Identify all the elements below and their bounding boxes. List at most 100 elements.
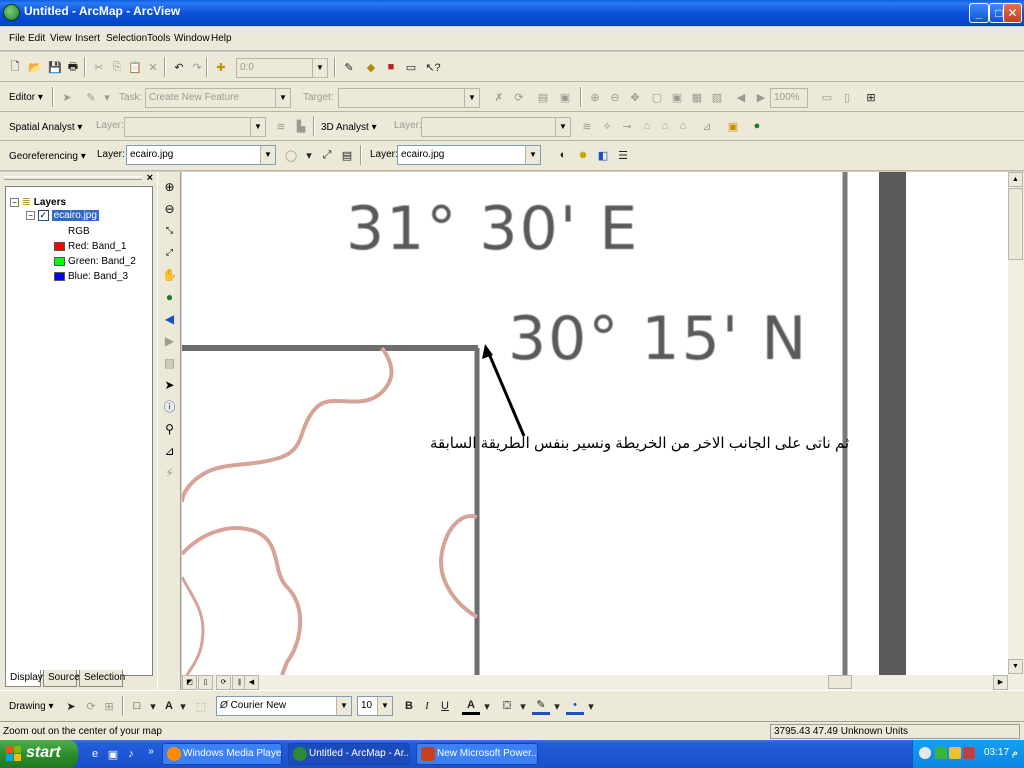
select-elements-icon[interactable]: ➤ bbox=[62, 697, 80, 715]
menu-help[interactable]: Help bbox=[211, 33, 232, 44]
rotate-tool-icon[interactable]: ⟳ bbox=[510, 88, 528, 106]
view-link-table-icon[interactable]: ▤ bbox=[338, 146, 356, 164]
data-view-icon[interactable]: ◩ bbox=[182, 675, 197, 690]
font-size-combo[interactable]: 10 ▼ bbox=[357, 696, 393, 716]
3d-layer-combo[interactable]: ▼ bbox=[421, 117, 571, 137]
tab-selection[interactable]: Selection bbox=[79, 670, 125, 687]
chevron-down-icon[interactable]: ▾ bbox=[98, 88, 116, 106]
copy-icon[interactable]: ⎘ bbox=[108, 58, 126, 76]
fixed-zoom-in-icon[interactable]: ⤡ bbox=[160, 221, 179, 240]
full-extent-icon[interactable]: ● bbox=[160, 287, 179, 306]
select-features-icon[interactable]: ▨ bbox=[160, 353, 179, 372]
editor-menu-button[interactable]: Editor ▾ bbox=[9, 92, 43, 103]
target-combo[interactable]: ▼ bbox=[338, 88, 480, 108]
zoom-in-page-icon[interactable]: ⊕ bbox=[586, 88, 604, 106]
spatial-layer-combo[interactable]: ▼ bbox=[124, 117, 266, 137]
georef-layer-combo[interactable]: ecairo.jpg ▼ bbox=[126, 145, 276, 165]
desktop-icon[interactable]: ▣ bbox=[104, 745, 122, 763]
forward-extent-icon[interactable]: ▶ bbox=[752, 88, 770, 106]
contrast-icon[interactable]: ◐ bbox=[554, 146, 572, 164]
split-tool-icon[interactable]: ✗ bbox=[490, 88, 508, 106]
arccatalog-icon[interactable]: ◆ bbox=[362, 58, 380, 76]
band-green-row[interactable]: Green: Band_2 bbox=[54, 256, 136, 267]
new-icon[interactable]: 🗋 bbox=[6, 58, 24, 76]
tab-display[interactable]: Display bbox=[5, 670, 43, 687]
forward-icon[interactable]: ▶ bbox=[160, 331, 179, 350]
3d-analyst-menu-button[interactable]: 3D Analyst ▾ bbox=[321, 122, 377, 133]
font-name-combo[interactable]: Ø Courier New ▼ bbox=[216, 696, 352, 716]
tray-security-icon[interactable] bbox=[935, 747, 947, 759]
undo-icon[interactable]: ↶ bbox=[170, 58, 188, 76]
toc-layers-root[interactable]: − ≣ Layers bbox=[10, 195, 66, 208]
transparency-icon[interactable]: ◧ bbox=[594, 146, 612, 164]
hyperlink-icon[interactable]: ⚡ bbox=[160, 463, 179, 482]
refresh-icon[interactable]: ⟳ bbox=[216, 675, 231, 690]
chevron-down-icon[interactable]: ▾ bbox=[514, 697, 532, 715]
tray-volume-icon[interactable] bbox=[949, 747, 961, 759]
bold-button[interactable]: B bbox=[400, 697, 418, 715]
menu-file[interactable]: File bbox=[9, 33, 25, 44]
back-icon[interactable]: ◀ bbox=[160, 309, 179, 328]
minimize-button[interactable]: _ bbox=[969, 3, 989, 23]
band-red-row[interactable]: Red: Band_1 bbox=[54, 241, 126, 252]
chevron-down-icon[interactable]: ▾ bbox=[174, 697, 192, 715]
whats-this-icon[interactable]: ↖? bbox=[424, 58, 442, 76]
underline-button[interactable]: U bbox=[436, 697, 454, 715]
focus-frame-icon[interactable]: ▯ bbox=[838, 88, 856, 106]
close-icon[interactable]: × bbox=[147, 172, 153, 184]
layer-name[interactable]: ecairo.jpg bbox=[51, 210, 99, 221]
edit-tool-icon[interactable]: ➤ bbox=[58, 88, 76, 106]
toggle-draft-icon[interactable]: ▭ bbox=[818, 88, 836, 106]
delete-icon[interactable]: ✕ bbox=[144, 58, 162, 76]
zoom-100-icon[interactable]: ▣ bbox=[668, 88, 686, 106]
find-icon[interactable]: ⚲ bbox=[160, 419, 179, 438]
select-elements-icon[interactable]: ➤ bbox=[160, 375, 179, 394]
pan-icon[interactable]: ✋ bbox=[160, 265, 179, 284]
add-control-points-icon[interactable]: ⤢ bbox=[318, 146, 336, 164]
zoom-percent-combo[interactable]: 100% bbox=[770, 88, 808, 108]
map-scale-combo[interactable]: 0:0 ▼ bbox=[236, 58, 328, 78]
zoom-out-page-icon[interactable]: ⊖ bbox=[606, 88, 624, 106]
horizontal-scroll-thumb[interactable] bbox=[828, 675, 852, 689]
steepest-path-icon[interactable]: ⟡ bbox=[598, 117, 616, 135]
histogram-icon[interactable]: ▙ bbox=[292, 117, 310, 135]
cut-icon[interactable]: ✂ bbox=[90, 58, 108, 76]
zoom-in-icon[interactable]: ⊕ bbox=[160, 177, 179, 196]
rotate-icon[interactable]: ⟳ bbox=[82, 697, 100, 715]
change-layout-icon[interactable]: ⊞ bbox=[862, 88, 880, 106]
back-extent-icon[interactable]: ◀ bbox=[732, 88, 750, 106]
menu-selection[interactable]: Selection bbox=[106, 33, 147, 44]
vertical-scrollbar[interactable]: ▲ ▼ bbox=[1008, 172, 1024, 675]
profile-graph-icon[interactable]: ⊿ bbox=[698, 117, 716, 135]
measure-icon[interactable]: ⊿ bbox=[160, 441, 179, 460]
chevron-down-icon[interactable]: ▾ bbox=[582, 697, 600, 715]
scroll-down-icon[interactable]: ▼ bbox=[1008, 659, 1023, 674]
contour-icon[interactable]: ≋ bbox=[272, 117, 290, 135]
interpolate-line-icon[interactable]: ⌂ bbox=[656, 117, 674, 135]
arctoolbox-icon[interactable]: ■ bbox=[382, 58, 400, 76]
georeferencing-menu-button[interactable]: Georeferencing ▾ bbox=[9, 151, 86, 162]
zoom-out-icon[interactable]: ⊖ bbox=[160, 199, 179, 218]
sketch-properties-icon[interactable]: ▣ bbox=[556, 88, 574, 106]
chevron-down-icon[interactable]: ▾ bbox=[300, 146, 318, 164]
rotate-georef-icon[interactable]: ◯ bbox=[282, 146, 300, 164]
menu-tools[interactable]: Tools bbox=[147, 33, 170, 44]
arcglobe-icon[interactable]: ● bbox=[748, 117, 766, 135]
fixed-zoom-out-icon[interactable]: ⤢ bbox=[160, 243, 179, 262]
band-blue-row[interactable]: Blue: Band_3 bbox=[54, 271, 128, 282]
display-quality-icon[interactable]: ☰ bbox=[614, 146, 632, 164]
task-arcmap[interactable]: Untitled - ArcMap - Ar... bbox=[288, 743, 410, 765]
menu-edit[interactable]: Edit bbox=[28, 33, 45, 44]
tab-source[interactable]: Source bbox=[43, 670, 80, 687]
vertical-scroll-thumb[interactable] bbox=[1008, 188, 1023, 260]
line-of-sight-icon[interactable]: ⊸ bbox=[618, 117, 636, 135]
start-button[interactable]: start bbox=[0, 740, 78, 768]
task-windows-media-player[interactable]: Windows Media Player bbox=[162, 743, 282, 765]
internet-explorer-icon[interactable]: e bbox=[86, 745, 104, 763]
identify-icon[interactable]: ⓘ bbox=[160, 397, 179, 416]
image-layer-combo[interactable]: ecairo.jpg ▼ bbox=[397, 145, 541, 165]
quick-launch-more-icon[interactable]: » bbox=[142, 742, 160, 760]
pan-page-icon[interactable]: ✥ bbox=[626, 88, 644, 106]
horizontal-scrollbar[interactable]: ◩ ▯ ⟳ ∥ ◀ ▶ bbox=[182, 675, 1024, 690]
save-icon[interactable]: 💾 bbox=[46, 58, 64, 76]
